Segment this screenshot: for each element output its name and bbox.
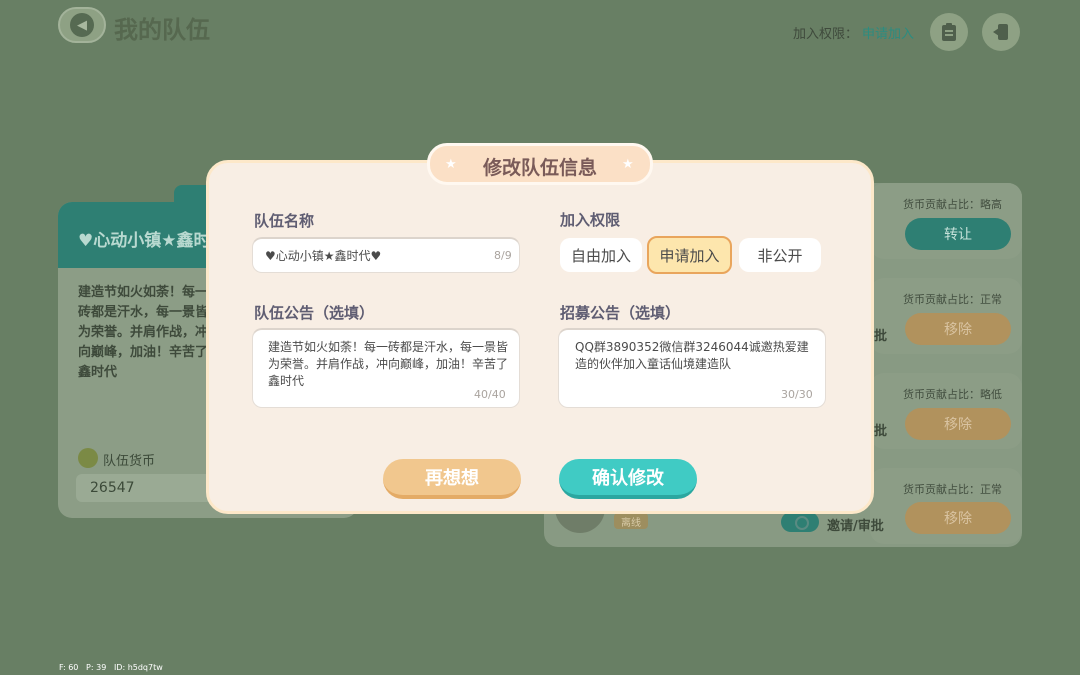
- approve-text: 批: [874, 424, 888, 439]
- back-arrow-icon: ◀: [70, 13, 94, 37]
- join-permission-value: 申请加入: [862, 27, 915, 42]
- permission-option-private[interactable]: 非公开: [739, 238, 821, 272]
- id-text: ID: h5dq7tw: [113, 663, 163, 672]
- team-name-value: ♥心动小镇★鑫时代♥: [265, 249, 382, 263]
- contribution-text: 货币贡献占比：略低: [903, 388, 1002, 401]
- team-currency-value: 26547: [90, 480, 135, 496]
- permission-option-free[interactable]: 自由加入: [560, 238, 642, 272]
- contribution-text: 货币贡献占比：正常: [903, 483, 1002, 496]
- page-title: 我的队伍: [114, 16, 210, 44]
- back-button[interactable]: ◀: [58, 7, 106, 43]
- permission-option-apply[interactable]: 申请加入: [647, 236, 732, 274]
- team-currency-label: 队伍货币: [103, 454, 156, 469]
- team-name-label: 队伍名称: [254, 212, 315, 230]
- contribution-text: 货币贡献占比：略高: [903, 198, 1002, 211]
- transfer-button[interactable]: 转让: [905, 218, 1011, 250]
- team-notice-value: 建造节如火如荼！每一砖都是汗水，每一景皆为荣誉。并肩作战，冲向巅峰，加油！辛苦了…: [268, 340, 509, 388]
- fps-text: F: 60: [59, 663, 79, 672]
- team-name-counter: 8/9: [494, 249, 512, 262]
- remove-button[interactable]: 移除: [905, 408, 1011, 440]
- exit-icon[interactable]: [982, 13, 1020, 51]
- permission-label: 加入权限: [560, 211, 621, 229]
- team-card-notice: 建造节如火如荼！每一砖都是汗水，每一景皆为荣誉。并肩作战，冲向巅峰，加油！辛苦了…: [78, 285, 209, 380]
- modal-title: 修改队伍信息: [482, 157, 597, 179]
- team-notice-label: 队伍公告（选填）: [254, 304, 375, 322]
- p-text: P: 39: [86, 663, 107, 672]
- approve-text: 批: [874, 329, 888, 344]
- team-notice-counter: 40/40: [474, 388, 506, 401]
- confirm-button[interactable]: 确认修改: [559, 459, 697, 499]
- invite-approve-toggle[interactable]: [781, 512, 819, 532]
- recruit-notice-label: 招募公告（选填）: [560, 304, 681, 322]
- recruit-notice-value: QQ群3890352微信群3246044诚邀热爱建造的伙伴加入童话仙境建造队: [575, 340, 809, 371]
- remove-button[interactable]: 移除: [905, 313, 1011, 345]
- invite-approve-label: 邀请/审批: [827, 519, 884, 534]
- fps-readout: F: 60 P: 39 ID: h5dq7tw: [59, 663, 163, 672]
- clipboard-icon[interactable]: [930, 13, 968, 51]
- remove-button[interactable]: 移除: [905, 502, 1011, 534]
- offline-badge: 离线: [614, 513, 648, 529]
- join-permission-label: 加入权限：: [793, 27, 859, 42]
- recruit-notice-counter: 30/30: [781, 388, 813, 401]
- coin-icon: [78, 448, 98, 468]
- cancel-button[interactable]: 再想想: [383, 459, 521, 499]
- contribution-text: 货币贡献占比：正常: [903, 293, 1002, 306]
